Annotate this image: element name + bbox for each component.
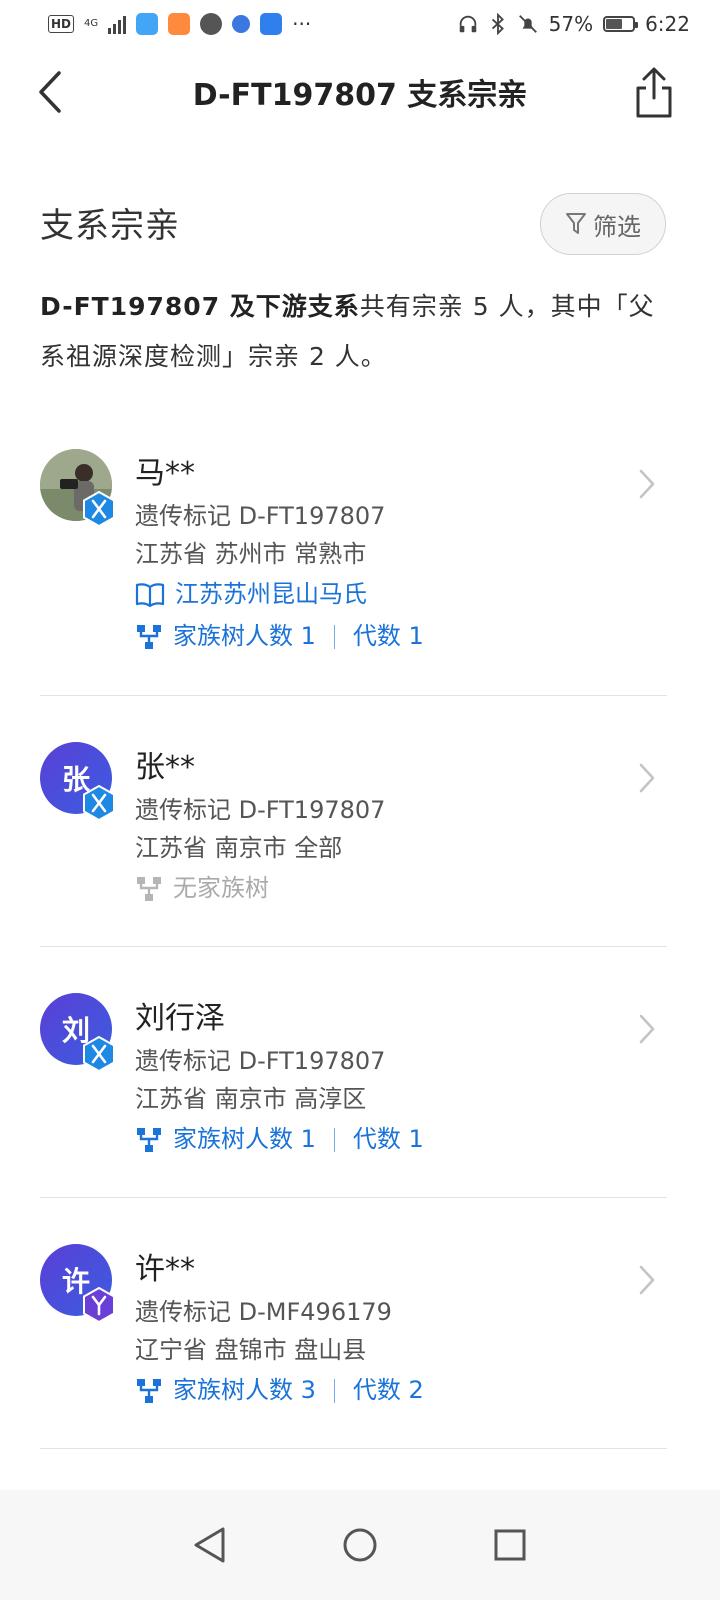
chevron-right-icon [635,758,659,798]
summary-text: D-FT197807 及下游支系共有宗亲 5 人，其中「父系祖源深度检测」宗亲 … [40,282,670,382]
relative-name: 刘行泽 [135,1001,225,1036]
no-family-tree: 无家族树 [135,868,269,903]
family-tree-icon [137,877,161,901]
nav-back-button[interactable] [185,1520,235,1570]
relative-name: 许** [135,1252,195,1287]
list-item[interactable]: 刘 刘行泽 遗传标记 D-FT197807 江苏省 南京市 高淳区 家族树人数 … [40,947,667,1198]
genetic-marker: 遗传标记 D-FT197807 [135,502,386,530]
genetic-marker: 遗传标记 D-FT197807 [135,796,386,824]
summary-bold: D-FT197807 及下游支系 [40,292,360,321]
no-tree-label: 无家族树 [173,874,269,902]
bluetooth-icon [491,13,504,35]
divider [333,1128,335,1152]
location: 江苏省 南京市 全部 [135,834,343,862]
tree-people: 家族树人数 1 [173,622,316,650]
chevron-right-icon [635,464,659,504]
headphones-icon [459,15,476,33]
nav-home-button[interactable] [335,1520,385,1570]
badge-x-icon [82,785,116,821]
lineage-link[interactable]: 江苏苏州昆山马氏 [135,574,367,609]
book-icon [135,583,165,608]
badge-y-icon [82,1287,116,1323]
chevron-right-icon [635,1009,659,1049]
relative-name: 马** [135,456,195,491]
battery-percent: 57% [548,12,594,36]
filter-label: 筛选 [593,212,641,241]
mute-icon [518,15,537,33]
lineage-name: 江苏苏州昆山马氏 [175,580,367,608]
more-notifications: ··· [292,12,312,36]
share-icon [636,67,672,118]
generations: 代数 1 [352,622,424,650]
book-app-icon [136,13,159,35]
family-tree-info[interactable]: 家族树人数 1 代数 1 [135,1119,424,1154]
tree-people: 家族树人数 3 [173,1376,316,1404]
square-recents-icon [494,1529,526,1561]
hd-indicator: HD [48,15,75,33]
family-tree-icon [137,1128,161,1152]
section-title: 支系宗亲 [40,206,180,246]
top-app-bar: D-FT197807 支系宗亲 [0,48,720,140]
divider [333,1379,335,1403]
vpn-app-icon [260,13,283,35]
family-tree-icon [137,625,161,649]
badge-x-icon [82,491,116,527]
share-button[interactable] [634,66,674,120]
network-type: 4G [84,18,99,29]
generations: 代数 2 [352,1376,424,1404]
status-right: 57% 6:22 [457,12,690,36]
location: 江苏省 苏州市 常熟市 [135,540,367,568]
generations: 代数 1 [352,1125,424,1153]
family-tree-info[interactable]: 家族树人数 1 代数 1 [135,616,424,651]
location: 江苏省 南京市 高淳区 [135,1085,367,1113]
signal-icon [108,14,127,34]
chat-app-icon [200,13,223,35]
badge-x-icon [82,1036,116,1072]
funnel-icon [566,213,586,234]
nav-recents-button[interactable] [485,1520,535,1570]
list-item[interactable]: 许 许** 遗传标记 D-MF496179 辽宁省 盘锦市 盘山县 家族树人数 … [40,1198,667,1449]
relatives-list: 马** 遗传标记 D-FT197807 江苏省 苏州市 常熟市 江苏苏州昆山马氏… [40,420,667,1449]
divider [333,625,335,649]
battery-icon [603,16,639,32]
system-nav-bar [0,1490,720,1600]
filter-button[interactable]: 筛选 [540,193,666,255]
relative-name: 张** [135,750,195,785]
location: 辽宁省 盘锦市 盘山县 [135,1336,367,1364]
video-app-icon [168,13,191,35]
genetic-marker: 遗传标记 D-MF496179 [135,1298,392,1326]
tree-people: 家族树人数 1 [173,1125,316,1153]
family-tree-info[interactable]: 家族树人数 3 代数 2 [135,1370,424,1405]
triangle-back-icon [194,1527,225,1563]
chevron-right-icon [635,1260,659,1300]
list-item[interactable]: 张 张** 遗传标记 D-FT197807 江苏省 南京市 全部 无家族树 [40,696,667,947]
clock: 6:22 [645,12,690,36]
genetic-marker: 遗传标记 D-FT197807 [135,1047,386,1075]
status-bar: HD 4G ··· 57% 6:22 [0,0,720,48]
browser-app-icon [232,15,251,33]
status-left: HD 4G ··· [48,12,311,36]
family-tree-icon [137,1379,161,1403]
page-title: D-FT197807 支系宗亲 [192,78,528,113]
list-item[interactable]: 马** 遗传标记 D-FT197807 江苏省 苏州市 常熟市 江苏苏州昆山马氏… [40,420,667,696]
circle-home-icon [343,1528,377,1562]
